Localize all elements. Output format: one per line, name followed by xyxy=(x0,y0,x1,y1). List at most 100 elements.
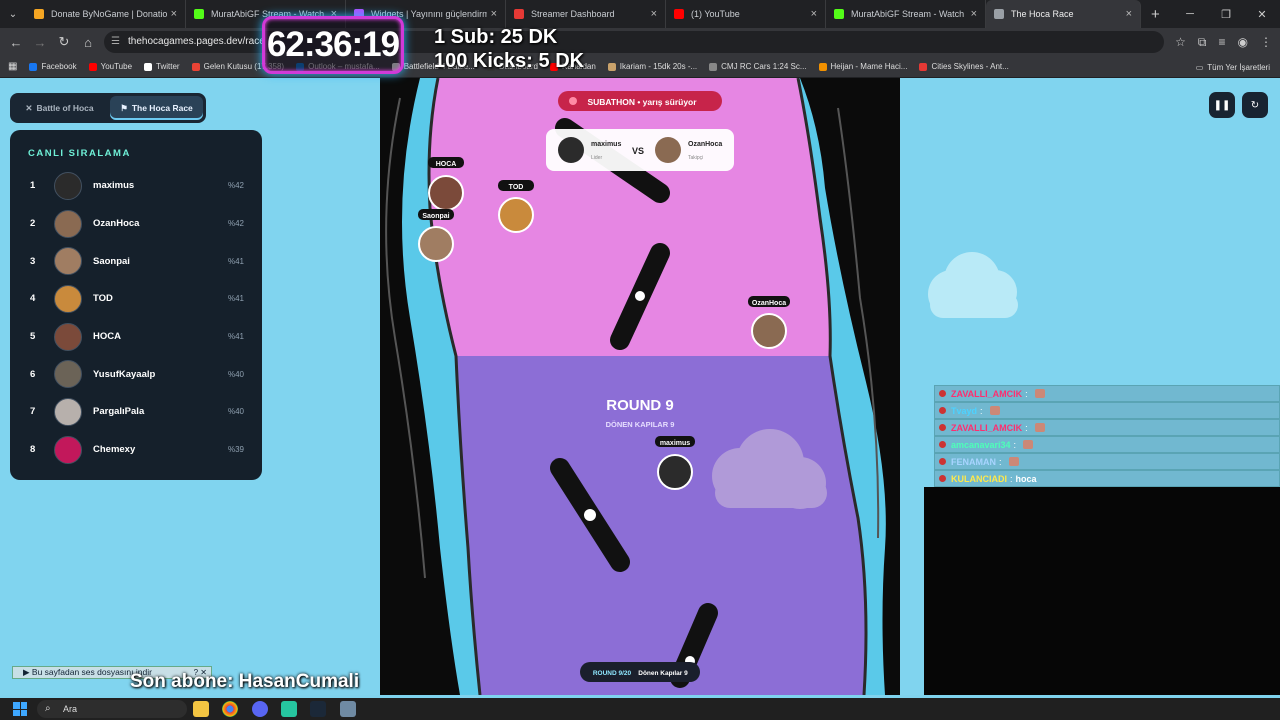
racer-progress: %41 xyxy=(227,294,244,304)
tab-favicon-icon xyxy=(834,9,844,19)
forward-icon[interactable]: → xyxy=(28,35,52,50)
vs-left-name: maximus xyxy=(591,141,621,148)
file-explorer-icon[interactable] xyxy=(193,701,209,717)
racer-name: TOD xyxy=(93,293,113,305)
extensions-icon[interactable]: ⧉ xyxy=(1198,35,1207,50)
chat-username: ZAVALLI_AMCIK xyxy=(951,422,1023,433)
chrome-icon[interactable] xyxy=(222,701,238,717)
close-tab-icon[interactable]: × xyxy=(1126,8,1132,20)
race-track: HOCA Saonpai TOD OzanHoca maximus ROUND … xyxy=(380,78,900,695)
apps-icon[interactable]: ▦ xyxy=(8,61,17,72)
browser-tab[interactable]: (1) YouTube × xyxy=(666,0,826,28)
new-tab-button[interactable]: + xyxy=(1151,6,1160,23)
racer-marker-ozanhoca: OzanHoca xyxy=(748,296,790,349)
close-tab-icon[interactable]: × xyxy=(651,8,657,20)
search-placeholder: Ara xyxy=(63,704,78,714)
pause-button[interactable]: ❚❚ xyxy=(1209,92,1235,118)
bookmark-label: CMJ RC Cars 1:24 Sc... xyxy=(721,62,807,71)
racer-name: YusufKayaalp xyxy=(93,368,156,380)
round-footer: ROUND 9/20 Dönen Kapılar 9 xyxy=(580,662,700,682)
reading-list-icon[interactable]: ≡ xyxy=(1219,35,1226,49)
pause-icon: ❚❚ xyxy=(1213,99,1231,111)
chat-message: FENAMAN: xyxy=(934,453,1280,470)
racer-progress: %41 xyxy=(227,256,244,266)
round-subtitle: DÖNEN KAPILAR 9 xyxy=(606,420,675,429)
play-icon: ▶ xyxy=(23,667,30,677)
ranking-position: 7 xyxy=(30,406,36,418)
close-tab-icon[interactable]: × xyxy=(171,8,177,20)
racer-label: Saonpai xyxy=(422,213,449,220)
bookmark-item[interactable]: Facebook xyxy=(29,62,77,71)
stream-webcam-area xyxy=(924,487,1280,695)
taskbar-search[interactable]: ⌕ Ara xyxy=(37,700,187,718)
reload-icon[interactable]: ↻ xyxy=(52,34,76,50)
all-bookmarks[interactable]: ▭ Tüm Yer İşaretleri xyxy=(1189,56,1270,77)
bookmark-item[interactable]: Cities Skylines - Ant... xyxy=(919,62,1009,71)
chat-username: FENAMAN xyxy=(951,456,996,467)
maximize-button[interactable]: ❐ xyxy=(1208,8,1244,21)
mode-the-hoca-race[interactable]: ⚑ The Hoca Race xyxy=(110,96,203,120)
chat-username: KULANCIADI xyxy=(951,473,1007,484)
racer-name: PargalıPala xyxy=(93,406,145,418)
chat-emote-icon xyxy=(1034,423,1045,432)
calculator-icon[interactable] xyxy=(340,701,356,717)
vs-left-sub: Lider xyxy=(591,155,602,161)
swords-icon: ✕ xyxy=(25,102,33,113)
tab-title: Donate ByNoGame | Donations xyxy=(51,9,167,19)
chat-badge-icon xyxy=(939,458,946,465)
close-tab-icon[interactable]: × xyxy=(811,8,817,20)
steam-icon[interactable] xyxy=(310,701,326,717)
site-info-icon[interactable]: ☰ xyxy=(111,31,120,53)
mode-battle-of-hoca[interactable]: ✕ Battle of Hoca xyxy=(13,96,106,120)
tab-favicon-icon xyxy=(994,9,1004,19)
window-controls: ─ ❐ ✕ xyxy=(1172,0,1280,28)
mode-switcher: ✕ Battle of Hoca ⚑ The Hoca Race xyxy=(10,93,206,123)
close-tab-icon[interactable]: × xyxy=(491,8,497,20)
bookmark-item[interactable]: Heijan - Mame Haci... xyxy=(818,62,907,71)
ranking-title: CANLI SIRALAMA xyxy=(28,148,131,159)
browser-tab[interactable]: Streamer Dashboard × xyxy=(506,0,666,28)
tab-title: Streamer Dashboard xyxy=(531,9,615,19)
chat-badge-icon xyxy=(939,441,946,448)
browser-tab[interactable]: The Hoca Race × xyxy=(986,0,1141,28)
close-window-button[interactable]: ✕ xyxy=(1244,8,1280,21)
tab-search-button[interactable]: ⌄ xyxy=(0,0,26,28)
round-footer-label: ROUND 9/20 xyxy=(593,670,632,677)
bookmark-item[interactable]: CMJ RC Cars 1:24 Sc... xyxy=(709,62,807,71)
home-icon[interactable]: ⌂ xyxy=(76,35,100,50)
chat-text: hoca xyxy=(1015,473,1037,484)
ranking-list: 1 maximus %42 2 OzanHoca %42 3 Saonpai %41 4 TOD %4… xyxy=(28,167,244,469)
minimize-button[interactable]: ─ xyxy=(1172,8,1208,20)
browser-tab[interactable]: Donate ByNoGame | Donations × xyxy=(26,0,186,28)
browser-tab[interactable]: MuratAbiGF Stream - Watch Li... × xyxy=(826,0,986,28)
app-icon[interactable] xyxy=(281,701,297,717)
bookmark-item[interactable]: YouTube xyxy=(88,62,132,71)
restart-button[interactable]: ↻ xyxy=(1242,92,1268,118)
vs-right-name: OzanHoca xyxy=(688,141,722,148)
ranking-position: 4 xyxy=(30,293,36,305)
profile-icon[interactable]: ◉ xyxy=(1238,35,1248,49)
bookmark-favicon-icon xyxy=(818,62,827,71)
ranking-row: 5 HOCA %41 xyxy=(28,318,244,356)
racer-marker-hoca: HOCA xyxy=(428,157,464,211)
discord-icon[interactable] xyxy=(252,701,268,717)
racer-name: maximus xyxy=(93,180,135,192)
menu-icon[interactable]: ⋮ xyxy=(1260,35,1272,49)
close-tab-icon[interactable]: × xyxy=(971,8,977,20)
back-icon[interactable]: ← xyxy=(4,35,28,50)
racer-label: HOCA xyxy=(436,161,457,168)
chat-separator: : xyxy=(980,405,983,416)
bookmark-item[interactable]: Twitter xyxy=(144,62,180,71)
windows-start-icon[interactable] xyxy=(13,702,27,716)
racer-marker-tod: TOD xyxy=(498,180,534,233)
vs-card: maximus Lider VS OzanHoca Takipçi xyxy=(546,129,734,171)
bookmark-item[interactable]: Ikariam - 15dk 20s -... xyxy=(607,62,697,71)
ranking-row: 1 maximus %42 xyxy=(28,167,244,205)
bookmark-star-icon[interactable]: ☆ xyxy=(1175,35,1186,49)
url-text: thehocagames.pages.dev/race xyxy=(128,36,265,47)
racer-label: maximus xyxy=(660,440,690,447)
browser-toolbar-icons: ☆ ⧉ ≡ ◉ ⋮ xyxy=(1175,28,1272,56)
sky-cloud-decoration xyxy=(928,252,1018,318)
mode-label: Battle of Hoca xyxy=(36,103,94,113)
stream-chat: ZAVALLI_AMCIK: Tvayd: ZAVALLI_AMCIK: amcana… xyxy=(934,385,1280,487)
